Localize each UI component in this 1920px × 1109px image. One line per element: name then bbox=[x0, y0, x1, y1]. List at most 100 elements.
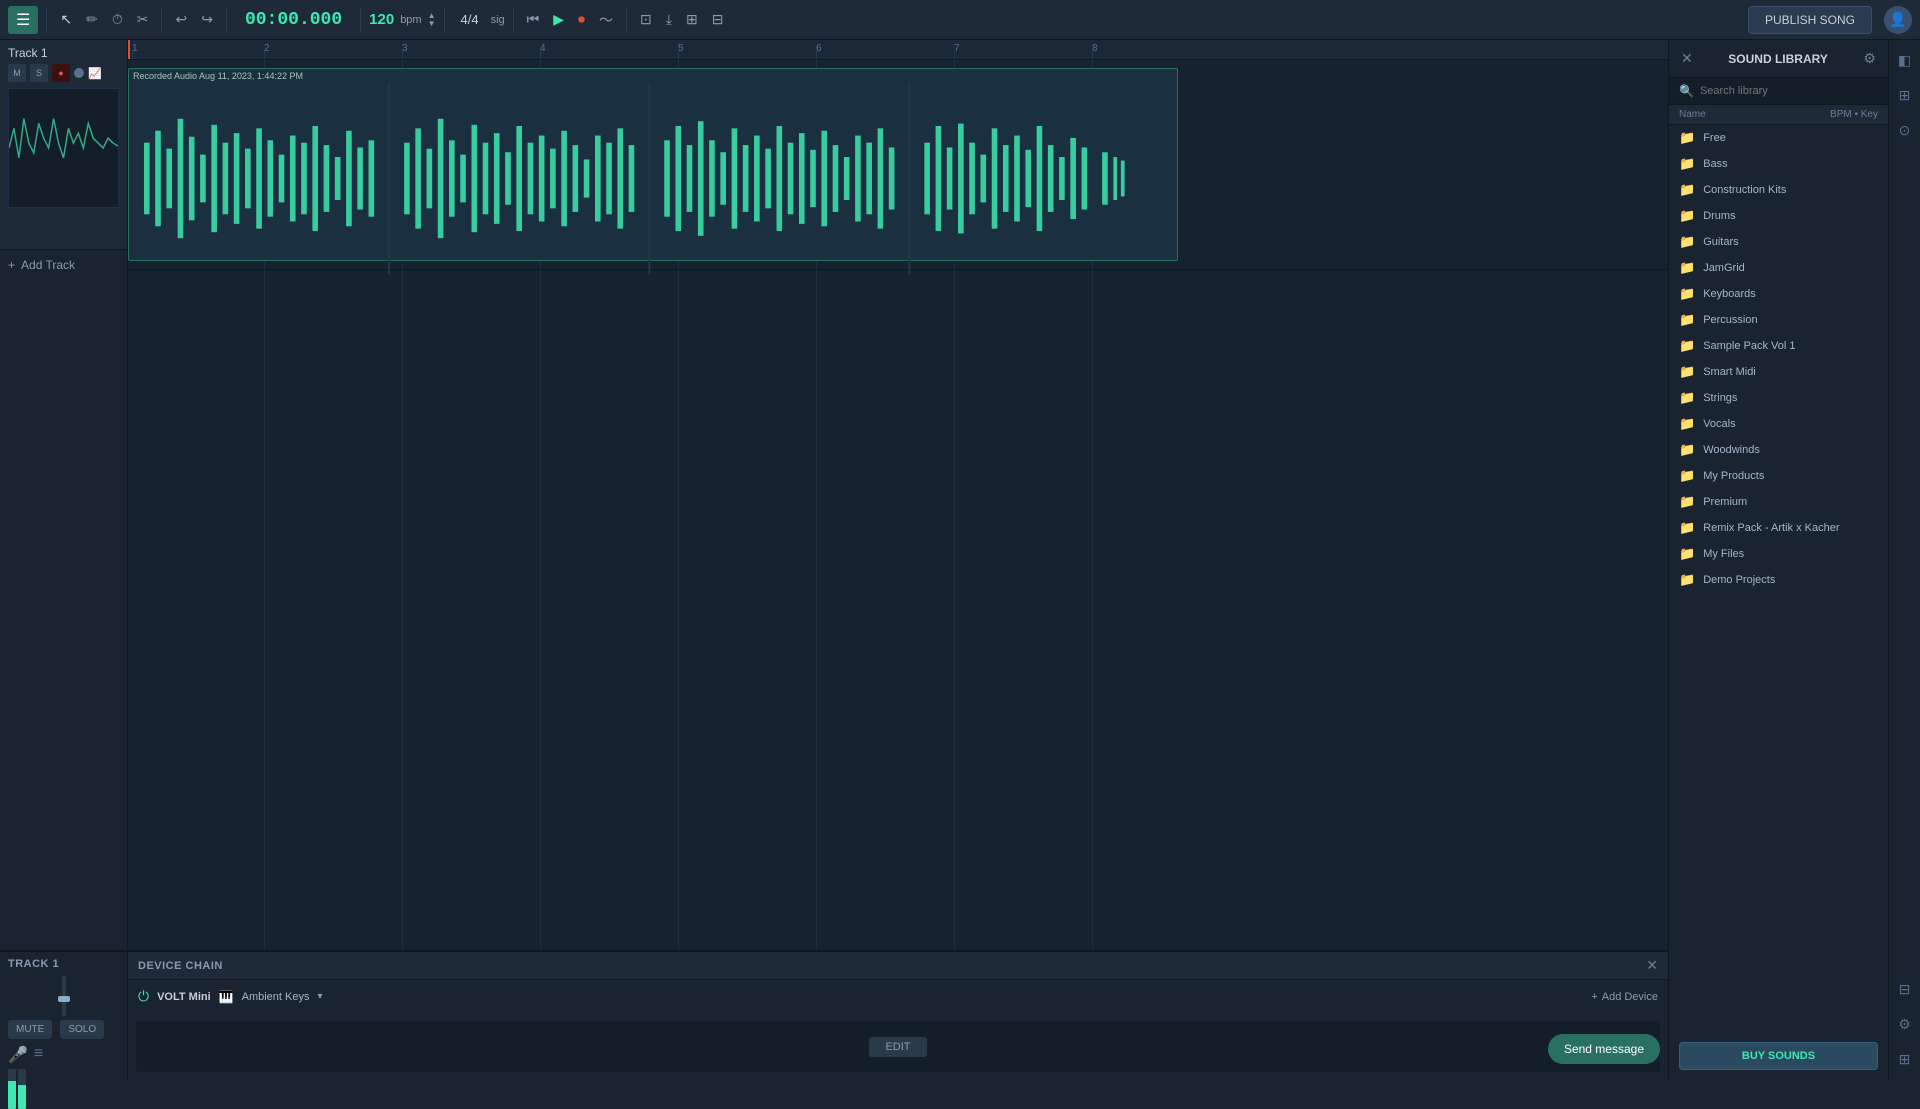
library-item[interactable]: 📁 Strings bbox=[1669, 385, 1888, 411]
device-dropdown-button[interactable]: ▾ bbox=[317, 991, 322, 1002]
bpm-arrows[interactable]: ▲▼ bbox=[428, 12, 436, 28]
folder-icon: 📁 bbox=[1679, 286, 1695, 302]
library-item-name: Vocals bbox=[1703, 418, 1735, 430]
library-item[interactable]: 📁Percussion bbox=[1669, 307, 1888, 333]
cursor-tool-button[interactable]: ↖ bbox=[55, 7, 77, 32]
solo-label-button[interactable]: SOLO bbox=[60, 1020, 104, 1039]
divider-7 bbox=[626, 8, 627, 32]
toolbar: ☰ ↖ ✏ ⏱ ✂ ↩ ↪ 00:00.000 120 bpm ▲▼ 4/4 s… bbox=[0, 0, 1920, 40]
ruler-line-6 bbox=[816, 51, 817, 59]
library-item[interactable]: 📁Vocals bbox=[1669, 411, 1888, 437]
device-preset-label[interactable]: Ambient Keys bbox=[242, 991, 310, 1003]
library-item[interactable]: 📁Woodwinds bbox=[1669, 437, 1888, 463]
volume-fader-thumb[interactable] bbox=[58, 996, 70, 1002]
device-name-label: VOLT Mini bbox=[157, 991, 211, 1003]
playhead[interactable] bbox=[128, 40, 130, 59]
library-item-name: Bass bbox=[1703, 158, 1727, 170]
library-close-button[interactable]: ✕ bbox=[1681, 50, 1693, 67]
quantize-button[interactable]: ⊞ bbox=[681, 7, 703, 32]
col-name: Name bbox=[1679, 109, 1706, 120]
ruler: 1 2 3 4 5 6 7 8 bbox=[128, 40, 1668, 60]
bottom-main-content: DEVICE CHAIN ✕ ⏻ VOLT Mini 🎹 Ambient Key… bbox=[128, 952, 1668, 1080]
volume-knob[interactable] bbox=[74, 68, 84, 78]
solo-button[interactable]: S bbox=[30, 64, 48, 82]
tilde-button[interactable]: 〜 bbox=[594, 6, 618, 34]
side-icon-3[interactable]: ⊙ bbox=[1895, 118, 1915, 143]
library-item-name: Strings bbox=[1703, 392, 1737, 404]
library-item[interactable]: 📁Drums bbox=[1669, 203, 1888, 229]
mute-label-button[interactable]: MUTE bbox=[8, 1020, 52, 1039]
time-sig-display[interactable]: 4/4 bbox=[461, 12, 479, 27]
bpm-display[interactable]: 120 bbox=[369, 11, 394, 28]
eq-icon[interactable]: ≡ bbox=[34, 1045, 43, 1065]
add-track-button[interactable]: + Add Track bbox=[0, 250, 127, 280]
library-item-name: Demo Projects bbox=[1703, 574, 1775, 586]
search-icon: 🔍 bbox=[1679, 84, 1694, 98]
scissors-tool-button[interactable]: ✂ bbox=[132, 7, 154, 32]
divider-2 bbox=[161, 8, 162, 32]
loop-button[interactable]: ⊡ bbox=[635, 7, 657, 32]
library-item[interactable]: 📁Remix Pack - Artik x Kacher bbox=[1669, 515, 1888, 541]
library-item[interactable]: 📁Bass bbox=[1669, 151, 1888, 177]
side-icon-5[interactable]: ⚙ bbox=[1894, 1012, 1915, 1037]
side-icon-2[interactable]: ⊞ bbox=[1895, 83, 1915, 108]
library-item[interactable]: 📁Guitars bbox=[1669, 229, 1888, 255]
library-item[interactable]: 📁Sample Pack Vol 1 bbox=[1669, 333, 1888, 359]
automation-icon[interactable]: 📈 bbox=[88, 67, 102, 80]
side-icon-1[interactable]: ◧ bbox=[1894, 48, 1915, 73]
library-item[interactable]: 📁Premium bbox=[1669, 489, 1888, 515]
side-icon-6[interactable]: ⊞ bbox=[1895, 1047, 1915, 1072]
buy-sounds-button[interactable]: BUY SOUNDS bbox=[1679, 1042, 1878, 1070]
library-item-name: Construction Kits bbox=[1703, 184, 1786, 196]
library-item[interactable]: 📁Smart Midi bbox=[1669, 359, 1888, 385]
library-list: 📁Free📁Bass📁Construction Kits📁Drums📁Guita… bbox=[1669, 125, 1888, 1032]
folder-icon: 📁 bbox=[1679, 546, 1695, 562]
undo-icon: ↩ bbox=[175, 11, 187, 27]
track1-header: Track 1 M S ● 📈 bbox=[0, 40, 127, 250]
track1-controls: M S ● 📈 bbox=[8, 64, 119, 82]
library-settings-icon[interactable]: ⚙ bbox=[1863, 50, 1876, 67]
user-avatar[interactable]: 👤 bbox=[1884, 6, 1912, 34]
main-area: Track 1 M S ● 📈 + Add Track Master Track bbox=[0, 40, 1920, 1080]
divider-5 bbox=[444, 8, 445, 32]
edit-button[interactable]: EDIT bbox=[869, 1037, 926, 1057]
send-message-button[interactable]: Send message bbox=[1548, 1034, 1660, 1064]
ruler-line-8 bbox=[1092, 51, 1093, 59]
mic-icon[interactable]: 🎤 bbox=[8, 1045, 28, 1065]
rewind-button[interactable]: ⏮ bbox=[522, 7, 545, 32]
add-device-button[interactable]: + Add Device bbox=[1591, 991, 1658, 1003]
track-bottom-icons: 🎤 ≡ bbox=[8, 1045, 119, 1065]
library-item[interactable]: 📁Keyboards bbox=[1669, 281, 1888, 307]
empty-track-area bbox=[128, 270, 1668, 1068]
clock-tool-button[interactable]: ⏱ bbox=[107, 7, 128, 32]
grid-button[interactable]: ⊟ bbox=[707, 7, 729, 32]
library-item[interactable]: 📁JamGrid bbox=[1669, 255, 1888, 281]
folder-icon: 📁 bbox=[1679, 130, 1695, 146]
record-arm-button[interactable]: ● bbox=[52, 64, 70, 82]
thumbnail-waveform bbox=[9, 89, 118, 207]
redo-button[interactable]: ↪ bbox=[196, 7, 218, 32]
library-item[interactable]: 📁Free bbox=[1669, 125, 1888, 151]
device-chain-close-button[interactable]: ✕ bbox=[1646, 957, 1658, 974]
divider-1 bbox=[46, 8, 47, 32]
search-input[interactable] bbox=[1700, 85, 1878, 97]
bottom-panel: TRACK 1 MUTE SOLO 🎤 ≡ DEVICE CHAIN ✕ ⏻ V… bbox=[0, 950, 1668, 1080]
library-item[interactable]: 📁Demo Projects bbox=[1669, 567, 1888, 593]
device-power-button[interactable]: ⏻ bbox=[138, 988, 149, 1005]
pencil-tool-button[interactable]: ✏ bbox=[81, 7, 103, 32]
menu-button[interactable]: ☰ bbox=[8, 6, 38, 34]
folder-icon: 📁 bbox=[1679, 234, 1695, 250]
publish-song-button[interactable]: PUBLISH SONG bbox=[1748, 6, 1872, 34]
side-icon-4[interactable]: ⊟ bbox=[1895, 977, 1915, 1002]
audio-clip[interactable]: Recorded Audio Aug 11, 2023, 1:44:22 PM bbox=[128, 68, 1178, 261]
folder-icon: 📁 bbox=[1679, 390, 1695, 406]
library-item[interactable]: 📁My Products bbox=[1669, 463, 1888, 489]
undo-button[interactable]: ↩ bbox=[170, 7, 192, 32]
folder-icon: 📁 bbox=[1679, 312, 1695, 328]
library-item[interactable]: 📁My Files bbox=[1669, 541, 1888, 567]
record-button[interactable]: ⏺ bbox=[573, 7, 590, 32]
play-button[interactable]: ▶ bbox=[548, 7, 569, 32]
mute-button[interactable]: M bbox=[8, 64, 26, 82]
library-item[interactable]: 📁Construction Kits bbox=[1669, 177, 1888, 203]
arrange-button[interactable]: ⤓ bbox=[661, 7, 677, 32]
